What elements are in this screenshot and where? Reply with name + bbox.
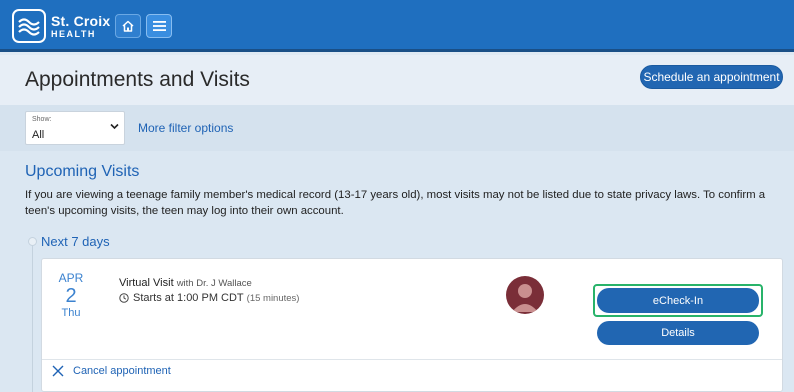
person-icon xyxy=(512,284,538,312)
group-title-next-7-days: Next 7 days xyxy=(41,234,110,249)
clock-icon xyxy=(119,293,129,303)
visit-provider: with Dr. J Wallace xyxy=(176,278,252,289)
visit-start-time: Starts at 1:00 PM CDT xyxy=(133,292,244,304)
show-filter-value: All xyxy=(32,129,45,141)
schedule-appointment-button[interactable]: Schedule an appointment xyxy=(640,65,783,89)
top-navigation-bar: St. Croix HEALTH xyxy=(0,0,794,52)
show-filter-select[interactable]: Show: All xyxy=(25,111,125,145)
details-button[interactable]: Details xyxy=(597,321,759,345)
menu-icon xyxy=(152,21,166,31)
timeline-line xyxy=(32,245,33,392)
more-filter-options-link[interactable]: More filter options xyxy=(138,121,233,135)
home-icon xyxy=(122,20,134,32)
menu-button[interactable] xyxy=(146,14,172,38)
chevron-down-icon xyxy=(110,123,119,130)
cancel-appointment-label: Cancel appointment xyxy=(73,365,171,377)
visit-card: APR 2 Thu Virtual Visit with Dr. J Walla… xyxy=(41,258,783,392)
home-button[interactable] xyxy=(115,14,141,38)
page-title: Appointments and Visits xyxy=(25,68,250,91)
card-divider xyxy=(42,359,782,360)
show-filter-label: Show: xyxy=(32,116,52,123)
upcoming-visits-section: Upcoming Visits If you are viewing a tee… xyxy=(0,151,794,392)
logo-name-line1: St. Croix xyxy=(51,12,111,29)
close-icon xyxy=(52,365,64,377)
provider-avatar xyxy=(506,276,544,314)
filter-bar: Show: All More filter options xyxy=(0,105,794,151)
visit-title[interactable]: Virtual Visit with Dr. J Wallace xyxy=(119,277,252,289)
visit-duration: (15 minutes) xyxy=(246,292,300,304)
section-title: Upcoming Visits xyxy=(25,163,140,180)
visit-date: APR 2 Thu xyxy=(42,271,100,319)
visit-time: Starts at 1:00 PM CDT (15 minutes) xyxy=(119,292,299,304)
logo-name-line2: HEALTH xyxy=(51,28,96,39)
cancel-appointment-link[interactable]: Cancel appointment xyxy=(52,365,171,377)
logo-wave-icon xyxy=(12,9,46,43)
st-croix-health-logo[interactable]: St. Croix HEALTH xyxy=(12,9,110,43)
visit-day: 2 xyxy=(65,285,77,307)
echeck-in-button[interactable]: eCheck-In xyxy=(597,288,759,313)
visit-weekday: Thu xyxy=(61,307,81,319)
visit-type: Virtual Visit xyxy=(119,277,174,289)
page-header: Appointments and Visits Schedule an appo… xyxy=(0,55,794,105)
timeline-dot xyxy=(28,237,37,246)
privacy-notice: If you are viewing a teenage family memb… xyxy=(25,189,766,217)
visit-month: APR xyxy=(58,271,84,285)
logo-text: St. Croix HEALTH xyxy=(51,14,110,39)
